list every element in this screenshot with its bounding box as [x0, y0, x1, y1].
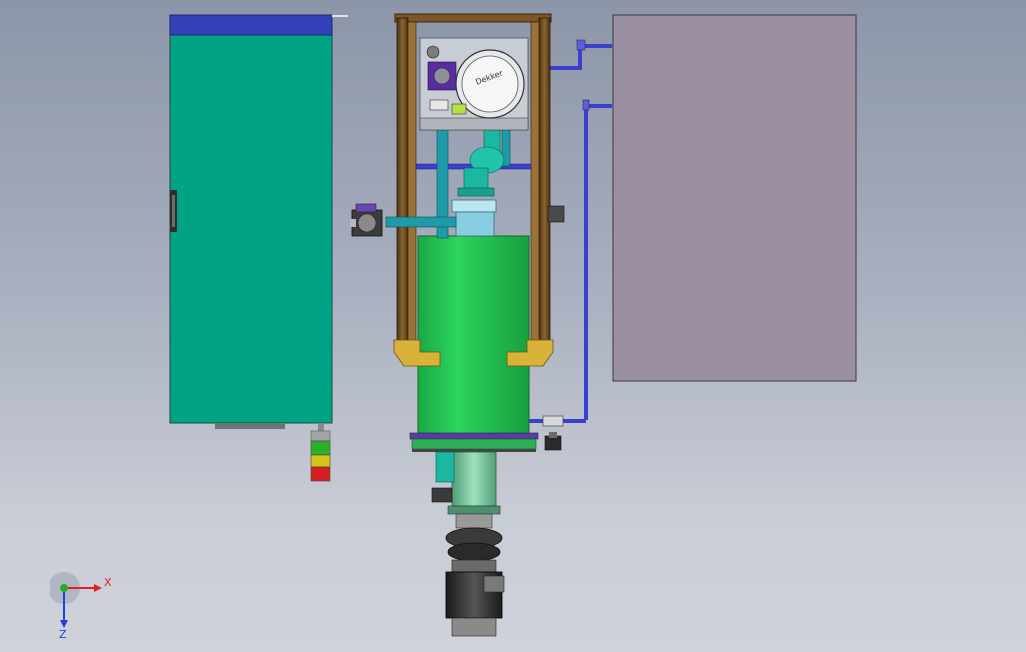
signal-light-yellow — [310, 454, 331, 468]
drain-valve-stem — [549, 432, 557, 438]
drain-valve[interactable] — [544, 435, 562, 451]
coupling-guard — [455, 513, 493, 529]
valve-port — [350, 219, 356, 227]
right-equipment-panel[interactable] — [612, 14, 857, 382]
frame-post-left-outer — [396, 17, 409, 345]
pump-outlet-port — [429, 99, 449, 111]
motor-terminal-box — [483, 575, 505, 593]
flange-edge — [412, 449, 536, 452]
z-axis-arrow — [60, 620, 68, 628]
valve-actuator — [355, 203, 377, 213]
right-side-sensor[interactable] — [547, 205, 565, 223]
x-axis-label: X — [104, 576, 112, 589]
lower-drain-valve[interactable] — [431, 487, 453, 503]
signal-tower-cap — [310, 430, 331, 442]
cad-viewport[interactable]: Dekker X Z — [0, 0, 1026, 652]
pump-base-plate — [419, 117, 529, 131]
lower-drive-assembly[interactable] — [431, 451, 505, 637]
gearbox-body — [451, 559, 497, 573]
coordinate-triad[interactable]: X Z — [50, 572, 130, 642]
flange-ring — [409, 432, 539, 440]
side-inlet-pipe — [385, 216, 457, 228]
electrical-cabinet[interactable] — [169, 14, 348, 429]
pipe-tee-fitting — [542, 415, 564, 427]
left-side-valve[interactable] — [350, 203, 383, 237]
signal-tower-light[interactable] — [310, 423, 331, 482]
signal-light-green — [310, 440, 331, 456]
y-axis-dot — [60, 584, 68, 592]
frame-post-right-outer — [538, 17, 551, 345]
frame-top-beam — [394, 13, 552, 23]
elbow-lower — [463, 167, 489, 191]
signal-light-red — [310, 466, 331, 482]
tank-bottom-flange[interactable] — [409, 432, 539, 452]
assembly-model[interactable]: Dekker — [0, 0, 1026, 652]
cabinet-top-edge — [332, 15, 348, 17]
elbow-flange — [457, 187, 495, 197]
pump-gauge — [426, 45, 440, 59]
z-axis-label: Z — [59, 628, 67, 641]
pump-volute-face — [461, 55, 519, 113]
signal-tower-mount — [318, 423, 324, 431]
pump-outlet-elbow[interactable] — [457, 127, 505, 197]
cabinet-base-plinth — [215, 423, 285, 429]
flange-plate — [411, 438, 537, 450]
neck-body — [455, 211, 495, 237]
motor-fan-cover — [451, 617, 497, 637]
lower-flange — [447, 505, 501, 515]
cabinet-door-handle-grip — [172, 195, 175, 227]
lower-side-pipe — [435, 451, 455, 483]
frame-post-right-inner — [530, 21, 540, 343]
main-tank[interactable] — [417, 235, 530, 435]
lower-column — [451, 451, 497, 507]
tank-inlet-neck[interactable] — [451, 199, 497, 237]
valve-handwheel — [357, 213, 377, 233]
gearbox-lower — [447, 542, 501, 562]
pipe-vertical-right — [584, 104, 612, 420]
vacuum-pump-assembly[interactable]: Dekker — [419, 37, 529, 131]
pump-indicator — [451, 103, 467, 115]
pump-coupling — [433, 67, 451, 85]
pipe-fitting-upper — [582, 99, 590, 111]
frame-post-left-inner — [407, 21, 417, 343]
x-axis-arrow — [94, 584, 102, 592]
pipe-fitting-top — [576, 39, 586, 51]
cabinet-top-panel — [169, 14, 333, 36]
neck-flange — [451, 199, 497, 213]
